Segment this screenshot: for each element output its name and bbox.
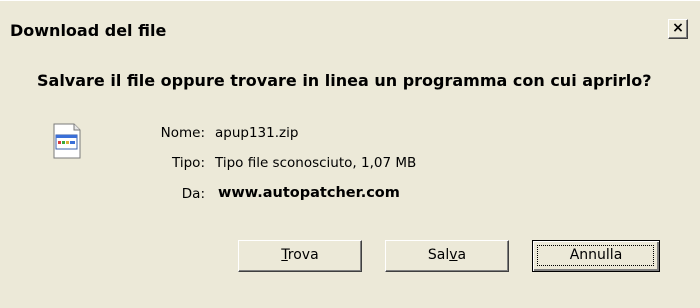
dialog-question: Salvare il file oppure trovare in linea … [37, 71, 652, 90]
window-title: Download del file [10, 21, 167, 40]
cancel-button[interactable]: Annulla [532, 240, 660, 272]
save-button[interactable]: Salva [385, 240, 509, 272]
file-type-value: Tipo file sconosciuto, 1,07 MB [215, 155, 417, 171]
title-bar[interactable]: Download del file × [0, 15, 692, 45]
from-label: Da: [181, 186, 205, 202]
type-label: Tipo: [172, 155, 205, 171]
find-button[interactable]: Trova [238, 240, 362, 272]
name-label: Nome: [160, 125, 205, 141]
type-row: Tipo: [120, 155, 205, 175]
name-row: Nome: [120, 125, 205, 145]
find-button-label: Trova [281, 247, 319, 263]
from-row: Da: [120, 186, 205, 206]
source-url-value: www.autopatcher.com [218, 185, 400, 201]
file-name-value: apup131.zip [215, 125, 299, 141]
download-dialog: Download del file × Salvare il file oppu… [0, 0, 700, 308]
save-button-label: Salva [427, 247, 467, 263]
cancel-button-label: Annulla [569, 247, 623, 263]
close-icon[interactable]: × [668, 19, 688, 39]
generic-file-icon [53, 123, 81, 159]
